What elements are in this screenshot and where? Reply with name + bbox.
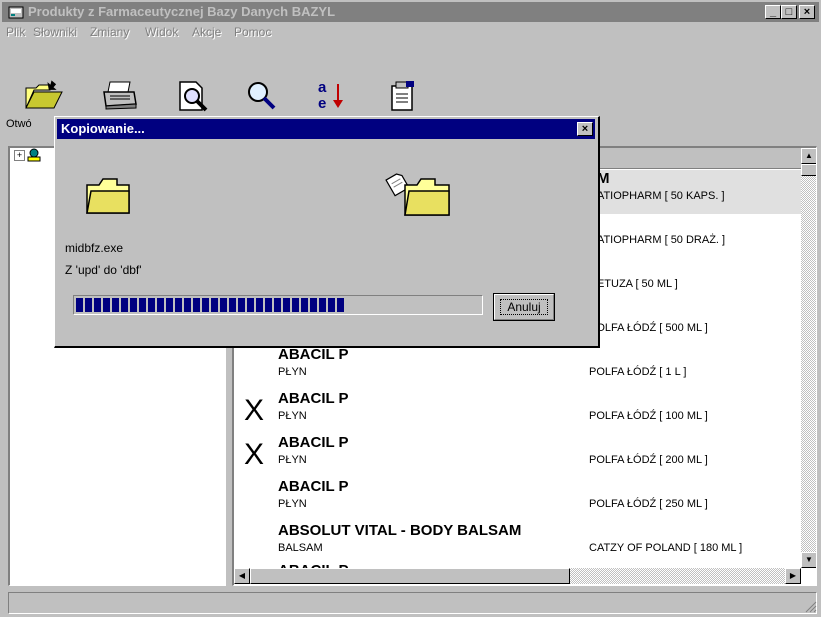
scroll-left-icon[interactable]: ◀ [234, 568, 250, 584]
product-maker: CATZY OF POLAND [ 180 ML ] [589, 542, 743, 554]
menu-zmiany[interactable]: Zmiany [90, 25, 129, 39]
list-item[interactable]: ABSOLUT VITAL - BODY BALSAM BALSAM CATZY… [234, 522, 801, 566]
printer-icon[interactable] [102, 80, 138, 110]
toolbar-open-label: Otwó [6, 118, 32, 130]
scroll-down-icon[interactable]: ▼ [801, 552, 816, 568]
maximize-button[interactable]: □ [781, 5, 797, 19]
product-form: PŁYN [278, 454, 307, 466]
source-folder-icon [86, 178, 130, 214]
product-maker: POLFA ŁÓDŹ [ 100 ML ] [589, 410, 708, 422]
sort-ae-icon[interactable]: a e [316, 78, 348, 112]
copy-path: Z 'upd' do 'dbf' [65, 263, 142, 277]
tree-node-icon[interactable] [26, 148, 42, 162]
dialog-titlebar[interactable]: Kopiowanie... × [57, 119, 595, 139]
list-item[interactable]: X ABACIL P PŁYN POLFA ŁÓDŹ [ 200 ML ] [234, 434, 801, 478]
dialog-title: Kopiowanie... [61, 121, 145, 136]
product-name: ABACIL P [278, 346, 349, 363]
window-titlebar[interactable]: Produkty z Farmaceutycznej Bazy Danych B… [2, 2, 819, 22]
scroll-right-icon[interactable]: ▶ [785, 568, 801, 584]
product-form: PŁYN [278, 410, 307, 422]
product-maker: RATIOPHARM [ 50 DRAŻ. ] [589, 234, 726, 246]
product-form: BALSAM [278, 542, 323, 554]
deleted-mark: X [244, 394, 265, 427]
product-maker: RATIOPHARM [ 50 KAPS. ] [589, 190, 725, 202]
vertical-scroll-thumb[interactable] [801, 164, 816, 176]
print-preview-icon[interactable] [176, 80, 212, 112]
resize-grip-icon[interactable] [805, 601, 817, 613]
menu-plik[interactable]: Plik [6, 25, 25, 39]
minimize-button[interactable]: _ [765, 5, 781, 19]
cancel-button[interactable]: Anuluj [493, 293, 555, 321]
list-item[interactable]: ABACIL P PŁYN POLFA ŁÓDŹ [ 250 ML ] [234, 478, 801, 522]
svg-text:e: e [318, 95, 326, 112]
copy-file-name: midbfz.exe [65, 241, 124, 255]
status-bar [8, 592, 817, 614]
product-name: ABACIL P [278, 478, 349, 495]
deleted-mark: X [244, 438, 265, 471]
open-folder-icon[interactable] [24, 80, 64, 110]
search-icon[interactable] [246, 80, 278, 112]
progress-fill [76, 298, 344, 312]
horizontal-scrollbar[interactable]: ◀ ▶ [234, 568, 801, 584]
window-title: Produkty z Farmaceutycznej Bazy Danych B… [28, 4, 336, 19]
menu-pomoc[interactable]: Pomoc [234, 25, 271, 39]
properties-icon[interactable] [388, 80, 418, 112]
app-icon [8, 6, 24, 19]
dialog-close-button[interactable]: × [577, 122, 593, 136]
product-form: PŁYN [278, 366, 307, 378]
list-item[interactable]: X ABACIL P PŁYN POLFA ŁÓDŹ [ 100 ML ] [234, 390, 801, 434]
copy-progress-bar [73, 295, 483, 315]
list-item[interactable]: ABACIL P PŁYN POLFA ŁÓDŹ [ 1 L ] [234, 346, 801, 390]
cancel-button-label: Anuluj [500, 299, 548, 315]
product-maker: POLFA ŁÓDŹ [ 250 ML ] [589, 498, 708, 510]
product-maker: POLFA ŁÓDŹ [ 200 ML ] [589, 454, 708, 466]
product-maker: POLFA ŁÓDŹ [ 500 ML ] [589, 322, 708, 334]
product-name: ABACIL P [278, 390, 349, 407]
product-name: ABACIL P [278, 434, 349, 451]
tree-expand-icon[interactable]: + [14, 150, 25, 161]
menu-akcje[interactable]: Akcje [192, 25, 221, 39]
scroll-up-icon[interactable]: ▲ [801, 148, 816, 164]
product-maker: POLFA ŁÓDŹ [ 1 L ] [589, 366, 687, 378]
flying-document-icon [385, 173, 450, 216]
close-button[interactable]: × [799, 5, 815, 19]
menu-bar: Plik Słowniki Zmiany Widok Akcje Pomoc [2, 22, 819, 42]
copy-dialog: Kopiowanie... × midbfz.exe Z 'upd' do 'd… [54, 116, 600, 348]
horizontal-scroll-thumb[interactable] [250, 568, 570, 584]
vertical-scrollbar[interactable]: ▲ ▼ [801, 148, 816, 568]
svg-text:a: a [318, 79, 327, 96]
menu-widok[interactable]: Widok [145, 25, 178, 39]
menu-slowniki[interactable]: Słowniki [33, 25, 77, 39]
product-maker: CETUZA [ 50 ML ] [589, 278, 678, 290]
product-form: PŁYN [278, 498, 307, 510]
product-name: ABSOLUT VITAL - BODY BALSAM [278, 522, 522, 539]
